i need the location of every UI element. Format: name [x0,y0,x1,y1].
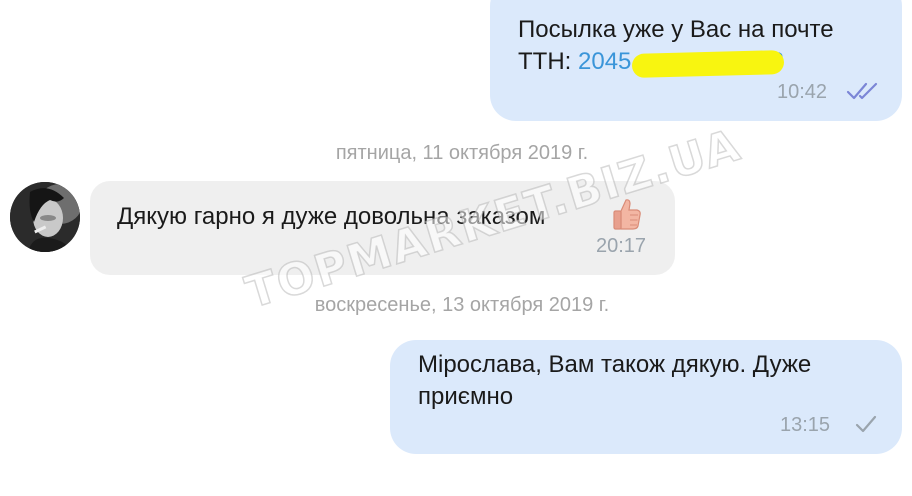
message-text-line: приємно [418,383,514,410]
ttn-label: ТТН: [518,48,578,75]
date-separator: воскресенье, 13 октября 2019 г. [314,294,610,316]
outgoing-message-bubble[interactable]: Мірослава, Вам також дякую. Дуже приємно… [390,340,902,454]
redaction-mark [631,50,785,78]
message-text-line: Посылка уже у Вас на почте [518,16,834,43]
message-text: Дякую гарно я дуже довольна заказом [117,203,546,230]
date-separator: пятница, 11 октября 2019 г. [335,142,589,164]
message-time: 20:17 [596,235,647,257]
message-time: 10:42 [777,81,828,103]
double-check-icon [846,82,878,100]
avatar[interactable] [10,182,80,252]
incoming-message-bubble[interactable]: Дякую гарно я дуже довольна заказом 20:1… [90,181,675,275]
thumbs-up-icon [613,199,641,230]
outgoing-message-bubble[interactable]: Посылка уже у Вас на почте ТТН: 20459379… [490,0,902,121]
message-text-line: Мірослава, Вам також дякую. Дуже [418,351,812,378]
message-time: 13:15 [780,414,831,436]
check-icon [855,415,877,433]
avatar-image [10,182,80,252]
